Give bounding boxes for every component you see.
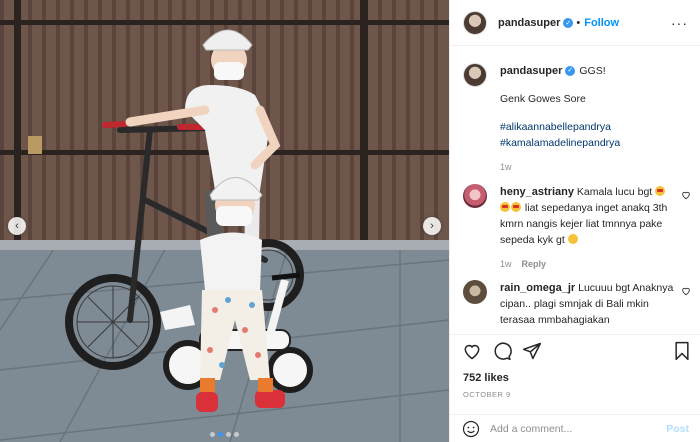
post-actions-bar bbox=[450, 334, 700, 364]
follow-button[interactable]: Follow bbox=[584, 17, 619, 29]
caption-username[interactable]: pandasuper bbox=[500, 63, 562, 79]
more-options-icon[interactable]: ··· bbox=[671, 15, 688, 31]
share-send-icon[interactable] bbox=[522, 341, 542, 361]
comment-bubble-icon[interactable] bbox=[492, 341, 512, 361]
verified-badge-icon: ✓ bbox=[563, 17, 574, 28]
verified-badge-icon: ✓ bbox=[565, 66, 576, 76]
sad-emoji-icon bbox=[567, 234, 578, 244]
carousel-dot bbox=[210, 432, 215, 437]
caption-line: Genk Gowes Sore bbox=[500, 93, 586, 105]
add-comment-input[interactable] bbox=[490, 422, 667, 435]
like-comment-heart-icon[interactable] bbox=[681, 286, 691, 296]
photo-next-button[interactable]: › bbox=[423, 217, 441, 235]
commenter-username[interactable]: heny_astriany bbox=[500, 186, 574, 198]
add-comment-bar: Post bbox=[450, 414, 700, 442]
commenter-username[interactable]: rain_omega_jr bbox=[500, 282, 575, 294]
heart-eyes-emoji-icon bbox=[655, 186, 666, 196]
hashtag-link[interactable]: #alikaannabellepandrya bbox=[500, 119, 691, 135]
commenter-avatar[interactable] bbox=[463, 184, 487, 208]
author-avatar[interactable] bbox=[463, 10, 487, 35]
comments-list[interactable]: pandasuper ✓ GGS! Genk Gowes Sore #alika… bbox=[450, 47, 700, 333]
reply-button[interactable]: Reply bbox=[522, 256, 547, 272]
comment-time: 1w bbox=[500, 259, 512, 269]
like-comment-heart-icon[interactable] bbox=[681, 190, 691, 200]
photo-illustration bbox=[0, 0, 449, 442]
caption-line: GGS! bbox=[579, 65, 606, 77]
post-header: pandasuper ✓ • Follow ··· bbox=[450, 0, 700, 46]
carousel-dot-active bbox=[218, 432, 223, 437]
carousel-indicator bbox=[0, 432, 449, 437]
carousel-dot bbox=[234, 432, 239, 437]
comment-row: heny_astriany Kamala lucu bgt liat seped… bbox=[463, 184, 691, 272]
likes-count[interactable]: 752 likes bbox=[463, 372, 509, 384]
caption-time: 1w bbox=[500, 162, 512, 172]
author-username[interactable]: pandasuper bbox=[498, 17, 560, 29]
carousel-dot bbox=[226, 432, 231, 437]
save-bookmark-icon[interactable] bbox=[672, 341, 692, 361]
header-separator: • bbox=[576, 16, 581, 29]
hashtag-link[interactable]: #kamalamadelinepandrya bbox=[500, 135, 691, 151]
post-photo[interactable]: ‹ › bbox=[0, 0, 449, 442]
post-side-panel: pandasuper ✓ • Follow ··· pandasuper ✓ G… bbox=[449, 0, 700, 442]
commenter-avatar[interactable] bbox=[463, 280, 487, 304]
like-heart-icon[interactable] bbox=[462, 341, 482, 361]
photo-prev-button[interactable]: ‹ bbox=[8, 217, 26, 235]
post-comment-button[interactable]: Post bbox=[666, 423, 689, 435]
post-date: OCTOBER 9 bbox=[463, 390, 511, 399]
comment-text: liat sepedanya inget anakq 3th kmrn nang… bbox=[500, 202, 668, 246]
comment-text: Kamala lucu bgt bbox=[576, 186, 653, 198]
caption-row: pandasuper ✓ GGS! Genk Gowes Sore #alika… bbox=[463, 63, 691, 175]
caption-avatar[interactable] bbox=[463, 63, 487, 87]
comment-row: rain_omega_jr Lucuuu bgt Anaknya cipan..… bbox=[463, 280, 691, 328]
heart-eyes-emoji-icon bbox=[511, 202, 521, 212]
heart-eyes-emoji-icon bbox=[500, 202, 510, 212]
emoji-picker-icon[interactable] bbox=[462, 420, 480, 438]
